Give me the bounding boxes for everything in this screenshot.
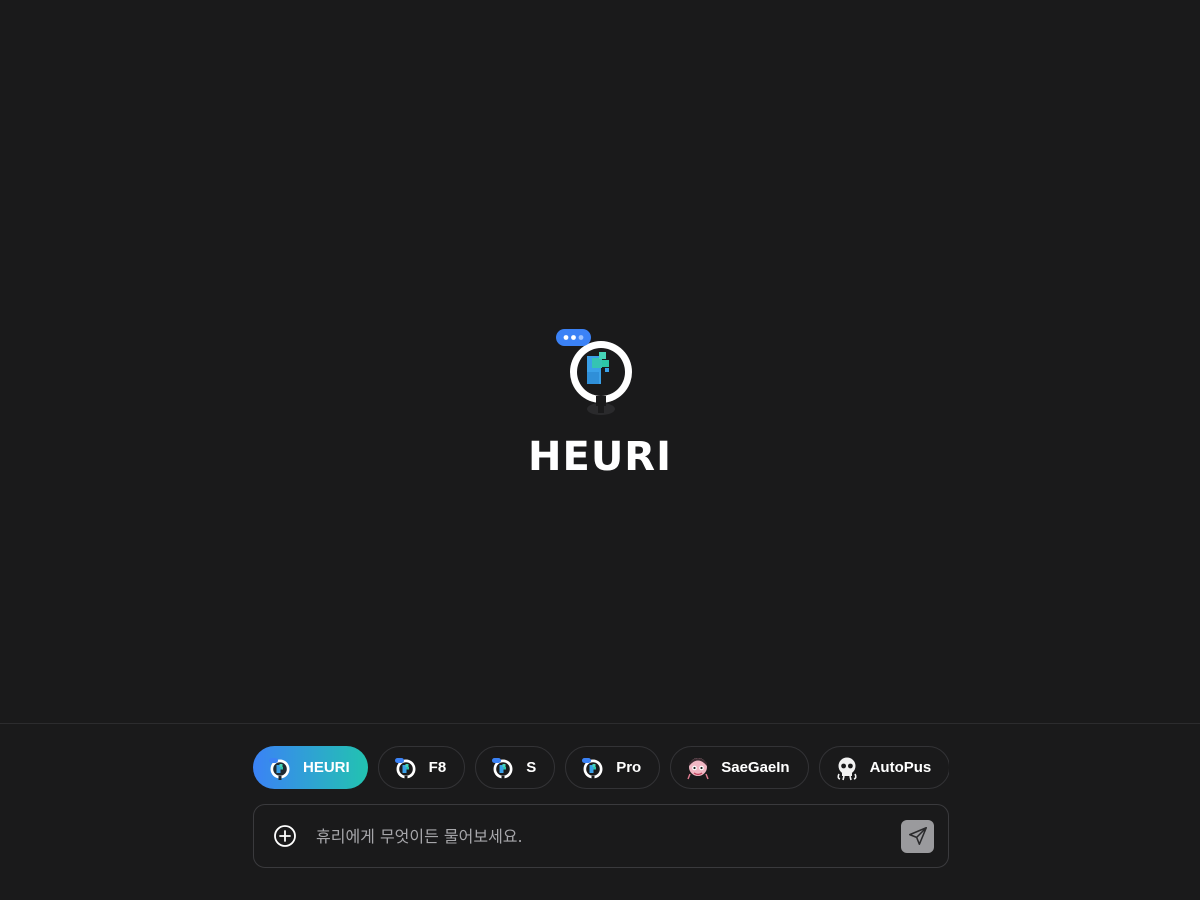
heuri-s-icon — [492, 757, 513, 780]
model-chip-label: SaeGaeIn — [721, 759, 790, 776]
app-root: HEURI HEURI F8 S Pro SaeGaeIn AutoPus 휴리… — [0, 0, 1200, 900]
model-chip-label: F8 — [428, 759, 447, 776]
heuri-f8-icon — [394, 757, 416, 780]
model-chip-label: HEURI — [303, 759, 350, 776]
model-chip-label: AutoPus — [869, 759, 932, 776]
heuri-logo-icon — [556, 329, 632, 415]
plus-circle-icon — [274, 825, 296, 847]
send-icon — [908, 826, 927, 846]
attach-button[interactable] — [272, 823, 298, 849]
model-chip-saegaein[interactable]: SaeGaeIn — [670, 746, 809, 789]
heuri-logo-icon — [269, 757, 290, 780]
model-chip-pro[interactable]: Pro — [565, 746, 661, 789]
heuri-pro-icon — [582, 757, 603, 780]
chat-composer — [253, 804, 949, 868]
heuri-logo — [555, 320, 645, 420]
send-button[interactable] — [901, 819, 934, 853]
model-chip-heuri[interactable]: HEURI — [253, 746, 368, 789]
hero: HEURI — [0, 320, 1200, 480]
model-chip-s[interactable]: S — [475, 746, 556, 789]
model-chip-label: Pro — [616, 759, 642, 776]
saegaein-avatar-icon — [687, 757, 709, 779]
brand-title: HEURI — [528, 434, 672, 480]
model-selector: HEURI F8 S Pro SaeGaeIn AutoPus — [253, 746, 949, 790]
prompt-input[interactable] — [316, 826, 901, 846]
autopus-skull-icon — [836, 757, 857, 780]
model-chip-label: S — [526, 759, 537, 776]
bottom-divider — [0, 723, 1200, 724]
model-chip-f8[interactable]: F8 — [377, 746, 466, 789]
model-chip-autopus[interactable]: AutoPus — [818, 746, 949, 789]
